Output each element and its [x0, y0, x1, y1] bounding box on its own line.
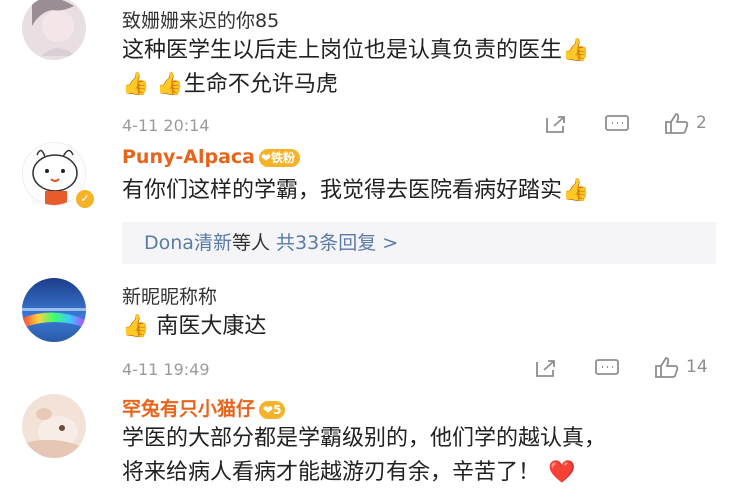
username[interactable]: Puny-Alpaca ❤ 铁粉 [122, 146, 301, 168]
like-button[interactable]: 2 [664, 112, 707, 134]
thumbs-up-emoji-icon: 👍 [156, 72, 184, 97]
like-icon [665, 113, 689, 134]
avatar[interactable] [22, 0, 86, 60]
replies-preview[interactable]: Dona清新等人 共33条回复 > [122, 222, 716, 264]
like-count: 2 [696, 113, 707, 133]
comment-button[interactable] [594, 358, 620, 378]
share-icon [536, 360, 555, 377]
comment-text-line-2: 生命不允许马虎 [183, 72, 338, 97]
thumbs-up-emoji-icon: 👍 [122, 314, 150, 339]
username-text: 罕兔有只小猫仔 [122, 398, 256, 420]
comment-text-line-1: 学医的大部分都是学霸级别的，他们学的越认真， [122, 426, 607, 451]
thumbs-up-emoji-icon: 👍 [562, 38, 590, 63]
fan-badge-label: 铁粉 [271, 151, 296, 165]
heart-badge-icon: ❤ [263, 402, 274, 417]
username[interactable]: 罕兔有只小猫仔 ❤ 5 [122, 394, 286, 421]
username[interactable]: 新昵昵称称 [122, 282, 217, 309]
username-text: Puny-Alpaca [122, 146, 255, 168]
comment-icon [605, 115, 629, 131]
view-replies-link[interactable]: 共33条回复 > [276, 232, 398, 254]
verified-badge-icon: ✓ [74, 188, 96, 210]
avatar[interactable] [22, 278, 86, 342]
comment-text: 有你们这样的学霸，我觉得去医院看病好踏实👍 [122, 174, 589, 208]
avatar[interactable] [22, 394, 86, 458]
like-icon [655, 357, 679, 378]
like-button[interactable]: 14 [654, 356, 708, 378]
heart-badge-icon: ❤ [260, 150, 272, 165]
share-button[interactable] [544, 114, 568, 134]
timestamp: 4-11 20:14 [122, 116, 210, 135]
comment-text: 这种医学生以后走上岗位也是认真负责的医生👍 👍 👍生命不允许马虎 [122, 34, 589, 102]
reply-mid-text: 等人 [231, 232, 270, 254]
like-count: 14 [686, 357, 708, 377]
comment-text-line-1: 这种医学生以后走上岗位也是认真负责的医生 [122, 38, 563, 63]
comment-text: 👍 南医大康达 [122, 310, 266, 344]
fan-level-label: 5 [273, 402, 282, 417]
share-icon [546, 116, 565, 133]
red-heart-emoji-icon: ❤️ [548, 460, 576, 485]
fan-level-badge[interactable]: ❤ 5 [259, 400, 286, 419]
comment-text: 学医的大部分都是学霸级别的，他们学的越认真， 将来给病人看病才能越游刃有余，辛苦… [122, 422, 606, 490]
username[interactable]: 致姗姗来迟的你85 [122, 6, 279, 33]
comment-button[interactable] [604, 114, 630, 134]
comment-text-line-1: 有你们这样的学霸，我觉得去医院看病好踏实 [122, 178, 563, 203]
reply-user-link[interactable]: Dona清新 [144, 232, 232, 254]
timestamp: 4-11 19:49 [122, 360, 210, 379]
comment-text-line-1: 南医大康达 [156, 314, 267, 339]
thumbs-up-emoji-icon: 👍 [562, 178, 590, 203]
fan-badge[interactable]: ❤ 铁粉 [258, 148, 301, 167]
share-button[interactable] [534, 358, 558, 378]
thumbs-up-emoji-icon: 👍 [122, 72, 150, 97]
comment-icon [595, 359, 619, 375]
comment-text-line-2: 将来给病人看病才能越游刃有余，辛苦了！ [122, 460, 541, 485]
